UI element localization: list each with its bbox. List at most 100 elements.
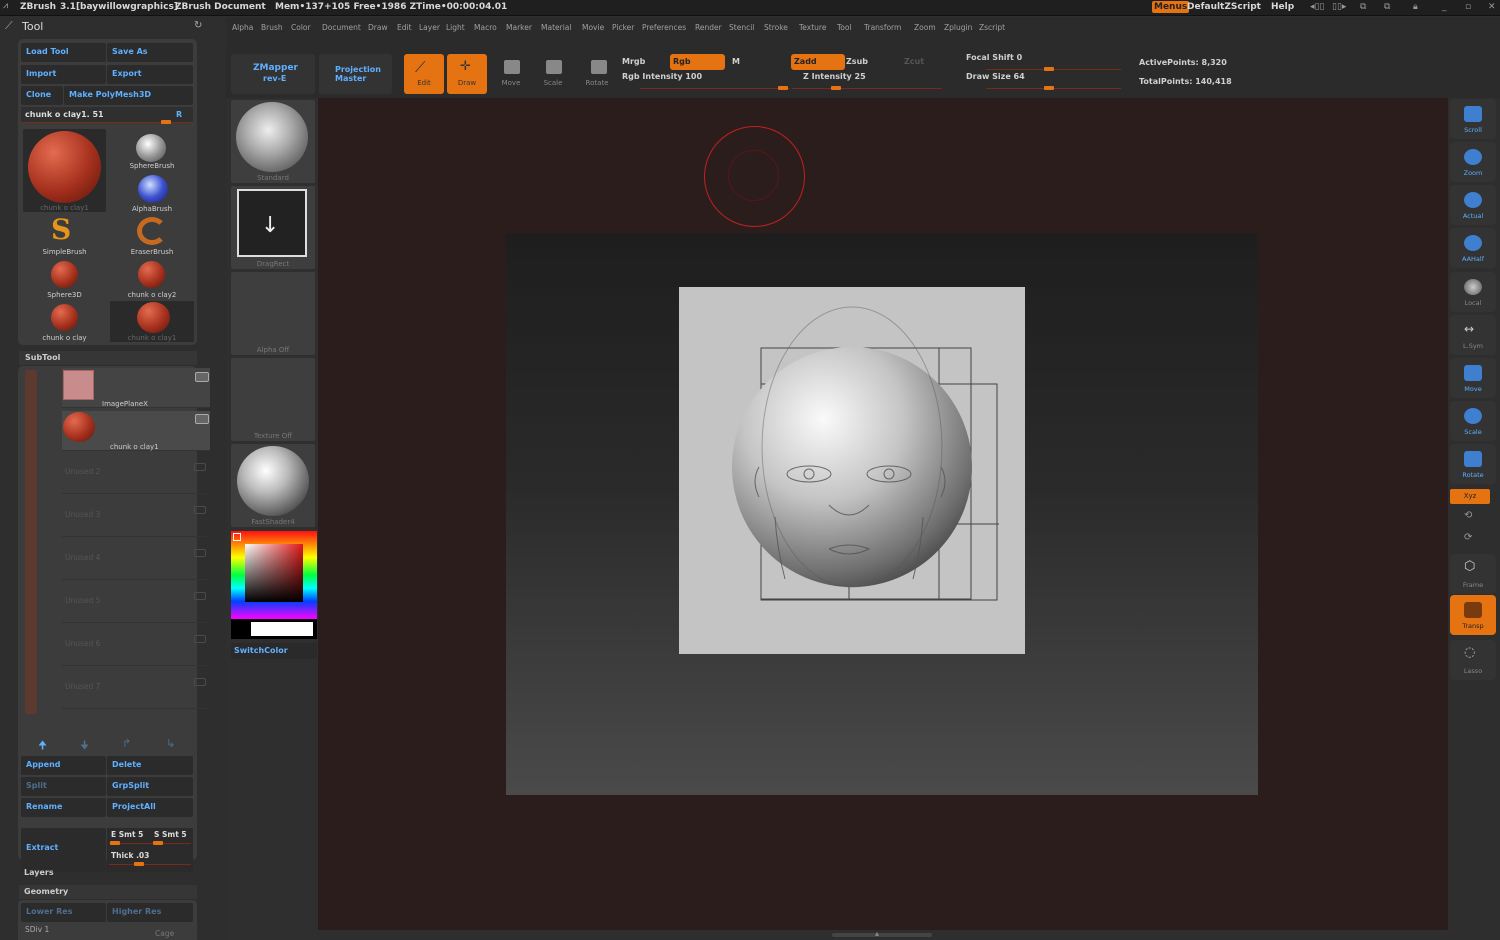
rgb-intensity-slider[interactable]: Rgb Intensity 100: [622, 72, 702, 81]
window-tile-icon[interactable]: ⧉: [1384, 2, 1390, 12]
rgb-button[interactable]: Rgb: [670, 54, 725, 70]
lasso-button[interactable]: ◌ Lasso: [1450, 640, 1496, 680]
rename-button[interactable]: Rename: [21, 798, 106, 817]
menu-light[interactable]: Light: [446, 23, 465, 32]
palette-collapse-icon[interactable]: ⟋: [5, 19, 13, 33]
move-mode-button[interactable]: Move: [491, 54, 531, 94]
menu-zoom[interactable]: Zoom: [914, 23, 936, 32]
maximize-icon[interactable]: ▫: [1465, 2, 1471, 12]
texture-off-button[interactable]: Texture Off: [231, 358, 315, 441]
r-button[interactable]: R: [176, 110, 182, 119]
menu-layer[interactable]: Layer: [419, 23, 440, 32]
menu-alpha[interactable]: Alpha: [232, 23, 253, 32]
mrgb-button[interactable]: Mrgb: [622, 57, 645, 66]
draw-mode-button[interactable]: ✛ Draw: [447, 54, 487, 94]
e-smooth-slider[interactable]: E Smt 5: [111, 830, 143, 839]
refresh-icon[interactable]: ↻: [194, 20, 202, 31]
higher-res-button[interactable]: Higher Res: [107, 903, 193, 922]
color-picker[interactable]: [231, 531, 317, 619]
menu-movie[interactable]: Movie: [582, 23, 604, 32]
menu-color[interactable]: Color: [291, 23, 311, 32]
zadd-button[interactable]: Zadd: [791, 54, 845, 70]
menu-edit[interactable]: Edit: [397, 23, 412, 32]
subtool-slot-unused-6[interactable]: Unused 6: [62, 626, 210, 666]
move-up-icon[interactable]: 🠉: [38, 737, 47, 756]
menu-material[interactable]: Material: [541, 23, 571, 32]
load-tool-button[interactable]: Load Tool: [21, 43, 106, 62]
grpsplit-button[interactable]: GrpSplit: [107, 777, 193, 796]
scale-view-button[interactable]: Scale: [1450, 401, 1496, 441]
image-plane-reference[interactable]: [679, 287, 1025, 654]
default-zscript-button[interactable]: DefaultZScript: [1187, 2, 1261, 12]
zmapper-button[interactable]: ZMapper rev-E: [231, 54, 315, 94]
menu-brush[interactable]: Brush: [261, 23, 283, 32]
secondary-color-bar[interactable]: [231, 619, 317, 639]
draw-size-slider[interactable]: Draw Size 64: [966, 72, 1025, 81]
lock-icon[interactable]: 🔒︎: [1413, 2, 1418, 12]
help-button[interactable]: Help: [1271, 2, 1294, 12]
tool-item-active[interactable]: chunk o clay1: [23, 129, 106, 212]
menu-draw[interactable]: Draw: [368, 23, 388, 32]
menu-picker[interactable]: Picker: [612, 23, 634, 32]
export-button[interactable]: Export: [107, 65, 193, 84]
delete-button[interactable]: Delete: [107, 756, 193, 775]
stroke-dragrect-button[interactable]: ↓ DragRect: [231, 186, 315, 269]
local-button[interactable]: Local: [1450, 272, 1496, 312]
edit-mode-button[interactable]: ⟋ Edit: [404, 54, 444, 94]
subtool-slot-imageplane[interactable]: ImagePlaneX: [62, 368, 210, 408]
minimize-icon[interactable]: _: [1442, 2, 1447, 12]
subtool-slot-unused-5[interactable]: Unused 5: [62, 583, 210, 623]
switchcolor-button[interactable]: SwitchColor: [231, 643, 317, 659]
brush-standard-button[interactable]: Standard: [231, 100, 315, 183]
rotate-mode-button[interactable]: Rotate: [577, 54, 617, 94]
eye-visibility-icon[interactable]: [195, 372, 209, 382]
close-icon[interactable]: ✕: [1488, 2, 1496, 12]
menu-render[interactable]: Render: [695, 23, 722, 32]
tool-item-eraserbrush[interactable]: EraserBrush: [113, 215, 191, 258]
menu-transform[interactable]: Transform: [864, 23, 901, 32]
menu-zscript[interactable]: Zscript: [979, 23, 1005, 32]
projection-master-button[interactable]: Projection Master: [319, 54, 392, 94]
rotate-z-icon[interactable]: ⟳: [1464, 532, 1472, 543]
tool-item-alphabrush[interactable]: AlphaBrush: [113, 172, 191, 215]
current-tool-slider[interactable]: chunk o clay1. 51 R: [21, 107, 193, 124]
menu-stroke[interactable]: Stroke: [764, 23, 788, 32]
scale-mode-button[interactable]: Scale: [533, 54, 573, 94]
tool-item-clay2[interactable]: chunk o clay2: [113, 258, 191, 301]
alpha-off-button[interactable]: Alpha Off: [231, 272, 315, 355]
geometry-header[interactable]: Geometry: [19, 885, 197, 899]
layout-left-icon[interactable]: ◂▯▯: [1310, 2, 1324, 12]
main-color-swatch[interactable]: [251, 622, 313, 636]
zsub-button[interactable]: Zsub: [846, 57, 868, 66]
eye-visibility-icon-2[interactable]: [195, 414, 209, 424]
subtool-header[interactable]: SubTool: [19, 351, 197, 365]
tool-item-spherebrush[interactable]: SphereBrush: [113, 129, 191, 172]
subtool-slot-unused-4[interactable]: Unused 4: [62, 540, 210, 580]
menus-button[interactable]: Menus: [1152, 1, 1190, 13]
clone-button[interactable]: Clone: [21, 86, 63, 105]
zoom-button[interactable]: Zoom: [1450, 142, 1496, 182]
move-up-right-icon[interactable]: ↱: [122, 737, 131, 750]
append-button[interactable]: Append: [21, 756, 106, 775]
tool-item-clay1-small[interactable]: chunk o clay1: [110, 301, 194, 342]
menu-stencil[interactable]: Stencil: [729, 23, 754, 32]
menu-macro[interactable]: Macro: [474, 23, 497, 32]
split-button[interactable]: Split: [21, 777, 106, 796]
projectall-button[interactable]: ProjectAll: [107, 798, 193, 817]
subtool-slot-unused-7[interactable]: Unused 7: [62, 669, 210, 709]
make-polymesh-button[interactable]: Make PolyMesh3D: [64, 86, 193, 105]
tool-item-clay[interactable]: chunk o clay: [23, 301, 106, 344]
zcut-button[interactable]: Zcut: [904, 57, 924, 66]
menu-preferences[interactable]: Preferences: [642, 23, 686, 32]
s-smooth-slider[interactable]: S Smt 5: [154, 830, 187, 839]
bottom-shelf-handle[interactable]: [832, 933, 932, 937]
tool-item-sphere3d[interactable]: Sphere3D: [23, 258, 106, 301]
window-stack-icon[interactable]: ⧉: [1360, 2, 1366, 12]
transp-button[interactable]: Transp: [1450, 595, 1496, 635]
move-down-icon[interactable]: 🠋: [80, 737, 89, 756]
subtool-slot-clay1[interactable]: chunk o clay1: [62, 411, 210, 451]
menu-marker[interactable]: Marker: [506, 23, 532, 32]
frame-button[interactable]: ⬡ Frame: [1450, 554, 1496, 594]
menu-document[interactable]: Document: [322, 23, 361, 32]
save-as-button[interactable]: Save As: [107, 43, 193, 62]
